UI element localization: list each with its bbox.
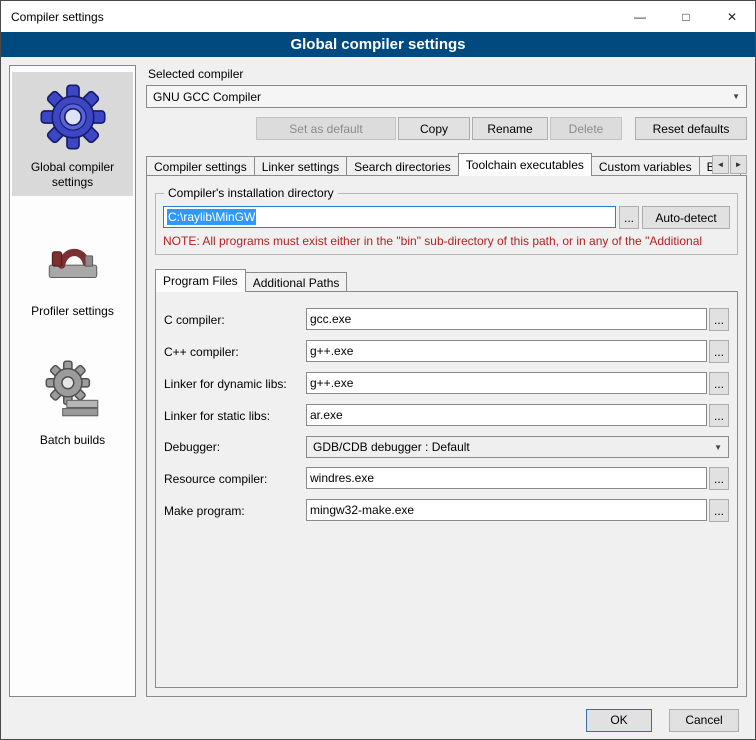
sidebar-item-global-compiler-settings[interactable]: Global compiler settings <box>12 72 133 196</box>
ok-button[interactable]: OK <box>586 709 652 732</box>
dynamic-linker-label: Linker for dynamic libs: <box>164 377 306 391</box>
dynamic-linker-value: g++.exe <box>310 376 353 390</box>
c-compiler-input[interactable]: gcc.exe <box>306 308 707 330</box>
field-row-make-program: Make program: mingw32-make.exe ... <box>164 499 729 522</box>
installation-directory-row: C:\raylib\MinGW ... Auto-detect <box>163 206 730 229</box>
installation-directory-group: Compiler's installation directory C:\ray… <box>155 193 738 255</box>
tab-scroll-buttons: ◄ ► <box>712 155 747 174</box>
titlebar[interactable]: Compiler settings — □ ✕ <box>1 1 755 32</box>
field-row-cpp-compiler: C++ compiler: g++.exe ... <box>164 340 729 363</box>
tab-custom-variables[interactable]: Custom variables <box>591 156 700 176</box>
sidebar-item-label: Profiler settings <box>31 304 114 319</box>
note-text: NOTE: All programs must exist either in … <box>163 234 730 248</box>
resource-compiler-value: windres.exe <box>310 471 374 485</box>
auto-detect-button[interactable]: Auto-detect <box>642 206 730 229</box>
dialog-content: Global compiler settings Profiler settin… <box>1 57 755 701</box>
settings-sidebar: Global compiler settings Profiler settin… <box>9 65 136 697</box>
c-compiler-value: gcc.exe <box>310 312 351 326</box>
cancel-button[interactable]: Cancel <box>669 709 739 732</box>
static-linker-label: Linker for static libs: <box>164 409 306 423</box>
compiler-settings-dialog: Compiler settings — □ ✕ Global compiler … <box>0 0 756 740</box>
main-panel: Selected compiler GNU GCC Compiler ▼ Set… <box>146 65 747 697</box>
resource-compiler-label: Resource compiler: <box>164 472 306 486</box>
installation-directory-group-title: Compiler's installation directory <box>164 186 338 200</box>
tab-program-files[interactable]: Program Files <box>155 269 246 292</box>
caption-buttons: — □ ✕ <box>617 1 755 32</box>
install-dir-selected-text: C:\raylib\MinGW <box>167 209 256 225</box>
debugger-select-value: GDB/CDB debugger : Default <box>313 440 710 454</box>
sidebar-item-label: Global compiler settings <box>14 160 131 190</box>
rename-button[interactable]: Rename <box>472 117 548 140</box>
tab-search-directories[interactable]: Search directories <box>346 156 459 176</box>
tab-toolchain-executables[interactable]: Toolchain executables <box>458 153 592 176</box>
c-compiler-label: C compiler: <box>164 313 306 327</box>
toolchain-executables-page: Compiler's installation directory C:\ray… <box>146 175 747 697</box>
make-program-value: mingw32-make.exe <box>310 503 414 517</box>
dialog-footer: OK Cancel <box>1 701 755 739</box>
install-dir-input[interactable]: C:\raylib\MinGW <box>163 206 616 228</box>
program-files-panel: C compiler: gcc.exe ... C++ compiler: g+… <box>155 291 738 688</box>
dialog-banner: Global compiler settings <box>1 32 755 57</box>
field-row-c-compiler: C compiler: gcc.exe ... <box>164 308 729 331</box>
selected-compiler-label: Selected compiler <box>148 67 747 81</box>
resource-compiler-browse-button[interactable]: ... <box>709 467 729 490</box>
compiler-select-value: GNU GCC Compiler <box>153 90 728 104</box>
settings-tabstrip: Compiler settings Linker settings Search… <box>146 153 747 176</box>
make-program-input[interactable]: mingw32-make.exe <box>306 499 707 521</box>
dynamic-linker-browse-button[interactable]: ... <box>709 372 729 395</box>
sidebar-item-label: Batch builds <box>40 433 105 448</box>
dynamic-linker-input[interactable]: g++.exe <box>306 372 707 394</box>
chevron-down-icon: ▼ <box>714 443 722 452</box>
tab-additional-paths[interactable]: Additional Paths <box>245 272 348 292</box>
static-linker-input[interactable]: ar.exe <box>306 404 707 426</box>
tab-scroll-left-button[interactable]: ◄ <box>712 155 729 174</box>
window-title: Compiler settings <box>11 10 104 24</box>
compiler-select[interactable]: GNU GCC Compiler ▼ <box>146 85 747 108</box>
set-as-default-button[interactable]: Set as default <box>256 117 396 140</box>
field-row-resource-compiler: Resource compiler: windres.exe ... <box>164 467 729 490</box>
delete-button[interactable]: Delete <box>550 117 622 140</box>
gray-gear-stack-icon <box>36 353 110 427</box>
profiler-tool-icon <box>36 224 110 298</box>
static-linker-value: ar.exe <box>310 408 343 422</box>
copy-button[interactable]: Copy <box>398 117 470 140</box>
cpp-compiler-browse-button[interactable]: ... <box>709 340 729 363</box>
program-files-tabstrip: Program Files Additional Paths <box>155 269 738 292</box>
static-linker-browse-button[interactable]: ... <box>709 404 729 427</box>
tab-linker-settings[interactable]: Linker settings <box>254 156 347 176</box>
resource-compiler-input[interactable]: windres.exe <box>306 467 707 489</box>
field-row-debugger: Debugger: GDB/CDB debugger : Default ▼ <box>164 436 729 458</box>
c-compiler-browse-button[interactable]: ... <box>709 308 729 331</box>
make-program-label: Make program: <box>164 504 306 518</box>
reset-defaults-button[interactable]: Reset defaults <box>635 117 747 140</box>
cpp-compiler-value: g++.exe <box>310 344 353 358</box>
cpp-compiler-label: C++ compiler: <box>164 345 306 359</box>
debugger-label: Debugger: <box>164 440 306 454</box>
close-button[interactable]: ✕ <box>709 1 755 32</box>
tab-compiler-settings[interactable]: Compiler settings <box>146 156 255 176</box>
make-program-browse-button[interactable]: ... <box>709 499 729 522</box>
field-row-static-linker: Linker for static libs: ar.exe ... <box>164 404 729 427</box>
chevron-down-icon: ▼ <box>732 92 740 101</box>
compiler-buttons-row: Set as default Copy Rename Delete Reset … <box>146 117 747 140</box>
sidebar-item-profiler-settings[interactable]: Profiler settings <box>12 216 133 325</box>
install-dir-browse-button[interactable]: ... <box>619 206 639 229</box>
blue-gear-icon <box>36 80 110 154</box>
field-row-dynamic-linker: Linker for dynamic libs: g++.exe ... <box>164 372 729 395</box>
sidebar-item-batch-builds[interactable]: Batch builds <box>12 345 133 454</box>
banner-title: Global compiler settings <box>290 36 465 53</box>
minimize-button[interactable]: — <box>617 1 663 32</box>
debugger-select[interactable]: GDB/CDB debugger : Default ▼ <box>306 436 729 458</box>
tab-scroll-right-button[interactable]: ► <box>730 155 747 174</box>
cpp-compiler-input[interactable]: g++.exe <box>306 340 707 362</box>
maximize-button[interactable]: □ <box>663 1 709 32</box>
